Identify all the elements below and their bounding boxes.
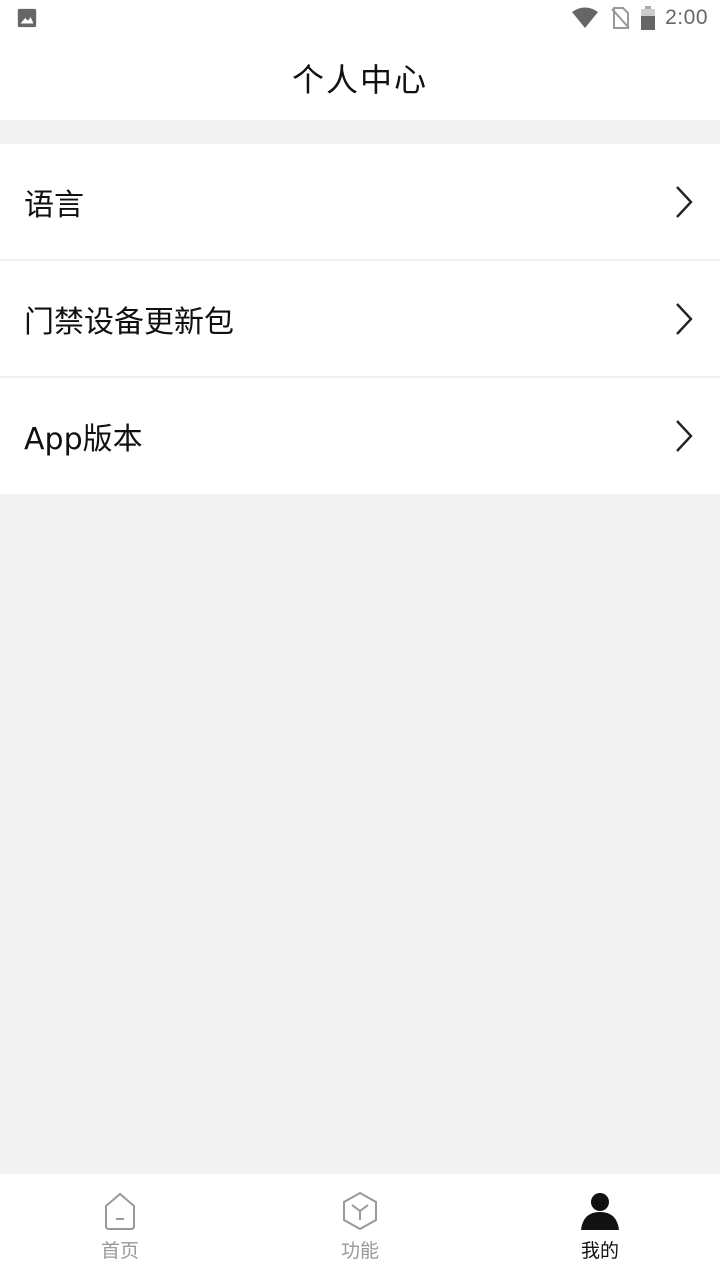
user-icon — [581, 1193, 619, 1230]
status-time: 2:00 — [665, 6, 708, 29]
title-bar: 个人中心 — [0, 36, 720, 120]
page-title: 个人中心 — [291, 61, 428, 99]
settings-menu: 语言 门禁设备更新包 App版本 — [0, 144, 720, 494]
home-icon — [105, 1192, 135, 1230]
status-bar: 2:00 — [0, 0, 720, 36]
menu-item-door-device-update[interactable]: 门禁设备更新包 — [0, 261, 720, 378]
tab-functions[interactable]: 功能 — [240, 1174, 480, 1280]
tab-label: 功能 — [340, 1240, 379, 1262]
tab-mine[interactable]: 我的 — [480, 1174, 720, 1280]
menu-item-language[interactable]: 语言 — [0, 144, 720, 261]
battery-icon — [641, 6, 656, 30]
tab-label: 我的 — [580, 1240, 619, 1262]
bottom-tab-bar: 首页 功能 我的 — [0, 1174, 720, 1280]
cube-icon — [343, 1191, 377, 1231]
chevron-right-icon — [676, 420, 693, 452]
menu-item-label: 门禁设备更新包 — [24, 304, 234, 340]
chevron-right-icon — [676, 185, 693, 218]
chevron-right-icon — [676, 302, 693, 335]
tab-home[interactable]: 首页 — [0, 1174, 240, 1280]
menu-item-app-version[interactable]: App版本 — [0, 378, 720, 494]
tab-label: 首页 — [100, 1240, 139, 1262]
image-icon — [17, 8, 37, 28]
no-sim-icon — [611, 7, 630, 29]
wifi-icon — [572, 7, 599, 28]
menu-item-label: 语言 — [24, 187, 84, 223]
menu-item-label: App版本 — [24, 422, 143, 457]
